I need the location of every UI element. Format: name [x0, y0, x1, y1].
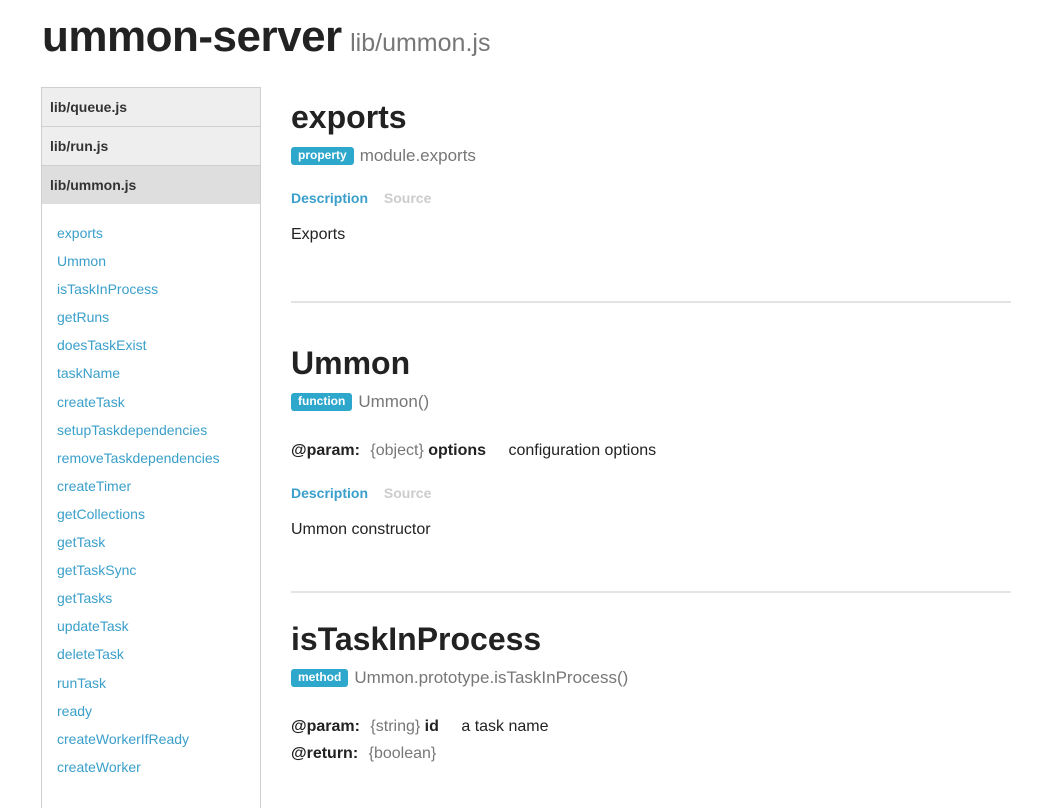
param-row: @param: {object} options configuration o…	[291, 439, 1011, 463]
sidebar-item-gettasks[interactable]: getTasks	[42, 584, 260, 612]
section-title: exports	[291, 99, 407, 135]
tab-source[interactable]: Source	[384, 485, 431, 501]
sidebar-item-gettask[interactable]: getTask	[42, 528, 260, 556]
param-name: id	[424, 718, 439, 735]
sidebar-file-ummon[interactable]: lib/ummon.js	[42, 166, 260, 204]
sidebar-symbol-list: exports Ummon isTaskInProcess getRuns do…	[42, 204, 260, 781]
section-tabs: Description Source	[291, 190, 1011, 210]
sidebar-item-createtask[interactable]: createTask	[42, 388, 260, 416]
description-text: Exports	[291, 226, 346, 243]
signature-row: method Ummon.prototype.isTaskInProcess()	[291, 666, 1011, 690]
tab-description[interactable]: Description	[291, 190, 368, 206]
doc-section-exports: exports property module.exports Descript…	[291, 95, 1011, 301]
sidebar-item-createworkerifready[interactable]: createWorkerIfReady	[42, 725, 260, 753]
sidebar-item-gettasksync[interactable]: getTaskSync	[42, 556, 260, 584]
sidebar-item-getruns[interactable]: getRuns	[42, 303, 260, 331]
signature: Ummon()	[358, 392, 430, 411]
sidebar-item-setuptaskdependencies[interactable]: setupTaskdependencies	[42, 416, 260, 444]
param-label: @param:	[291, 718, 360, 735]
sidebar: lib/queue.js lib/run.js lib/ummon.js exp…	[41, 87, 261, 808]
sidebar-file-run[interactable]: lib/run.js	[42, 127, 260, 166]
doc-section-ummon: Ummon function Ummon() @param: {object} …	[291, 303, 1011, 591]
param-type: {string}	[370, 718, 421, 735]
param-label: @param:	[291, 442, 360, 459]
return-row: @return: {boolean}	[291, 742, 1011, 766]
page-header: ummon-server lib/ummon.js	[42, 12, 490, 62]
sidebar-item-taskname[interactable]: taskName	[42, 359, 260, 387]
sidebar-item-exports[interactable]: exports	[42, 219, 260, 247]
tab-source[interactable]: Source	[384, 190, 431, 206]
sidebar-item-doestaskexist[interactable]: doesTaskExist	[42, 331, 260, 359]
tab-description[interactable]: Description	[291, 485, 368, 501]
param-description: configuration options	[508, 442, 657, 459]
signature-row: property module.exports	[291, 144, 1011, 168]
signature: Ummon.prototype.isTaskInProcess()	[354, 668, 629, 687]
sidebar-item-ummon[interactable]: Ummon	[42, 247, 260, 275]
sidebar-item-createtimer[interactable]: createTimer	[42, 472, 260, 500]
type-badge: method	[291, 669, 349, 687]
sidebar-item-ready[interactable]: ready	[42, 697, 260, 725]
app-title: ummon-server	[42, 12, 342, 61]
sidebar-item-istaskinprocess[interactable]: isTaskInProcess	[42, 275, 260, 303]
file-path-subtitle: lib/ummon.js	[350, 29, 491, 57]
sidebar-item-createworker[interactable]: createWorker	[42, 753, 260, 781]
sidebar-item-runtask[interactable]: runTask	[42, 669, 260, 697]
sidebar-item-deletetask[interactable]: deleteTask	[42, 640, 260, 668]
type-badge: property	[291, 147, 354, 165]
param-name: options	[428, 442, 487, 459]
signature: module.exports	[359, 146, 476, 165]
param-type: {object}	[370, 442, 424, 459]
section-title: isTaskInProcess	[291, 621, 542, 657]
param-row: @param: {string} id a task name	[291, 715, 1011, 739]
sidebar-item-getcollections[interactable]: getCollections	[42, 500, 260, 528]
sidebar-item-removetaskdependencies[interactable]: removeTaskdependencies	[42, 444, 260, 472]
param-description: a task name	[461, 718, 549, 735]
doc-section-istaskinprocess: isTaskInProcess method Ummon.prototype.i…	[291, 593, 1011, 766]
sidebar-item-updatetask[interactable]: updateTask	[42, 612, 260, 640]
main-content: exports property module.exports Descript…	[291, 95, 1011, 766]
return-label: @return:	[291, 745, 359, 762]
description-text: Ummon constructor	[291, 521, 431, 538]
signature-row: function Ummon()	[291, 390, 1011, 414]
type-badge: function	[291, 393, 353, 411]
section-title: Ummon	[291, 345, 411, 381]
sidebar-file-queue[interactable]: lib/queue.js	[42, 88, 260, 127]
section-tabs: Description Source	[291, 485, 1011, 505]
return-type: {boolean}	[368, 745, 437, 762]
